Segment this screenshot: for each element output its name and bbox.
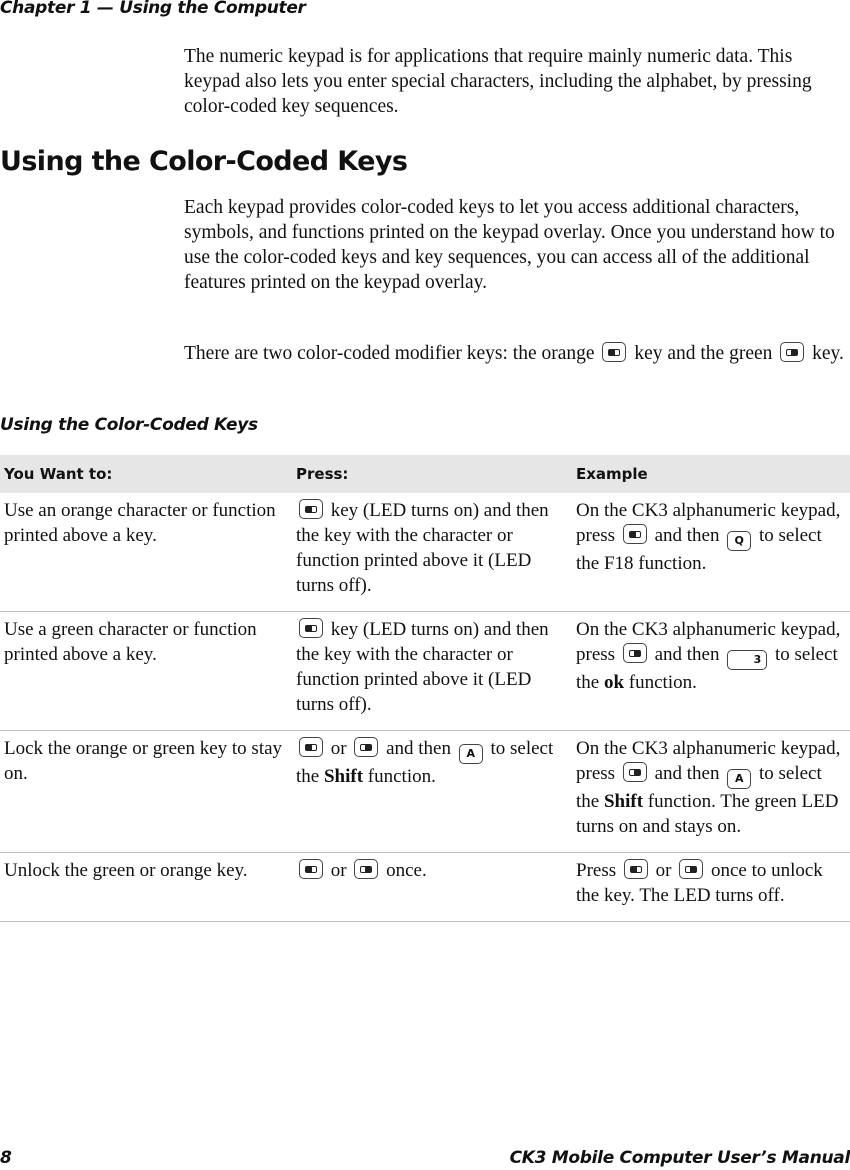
table-caption: Using the Color-Coded Keys bbox=[0, 415, 258, 435]
table-row: Lock the orange or green key to stay on.… bbox=[0, 730, 850, 853]
green-key-icon bbox=[622, 762, 647, 782]
orange-key-icon bbox=[622, 524, 647, 544]
page-number: 8 bbox=[0, 1148, 12, 1168]
table-row: Use a green character or function printe… bbox=[0, 611, 850, 731]
orange-key-icon bbox=[623, 859, 648, 879]
cell-press: key (LED turns on) and then the key with… bbox=[292, 611, 572, 731]
q-key-icon: Q bbox=[727, 531, 752, 551]
modifier-keys-paragraph: There are two color-coded modifier keys:… bbox=[184, 342, 844, 364]
orange-key-icon bbox=[299, 618, 323, 638]
a-key-icon: A bbox=[458, 744, 483, 764]
section-title: Using the Color-Coded Keys bbox=[0, 146, 408, 177]
table-row: Unlock the green or orange key. or once.… bbox=[0, 852, 850, 922]
table-row: Use an orange character or function prin… bbox=[0, 493, 850, 612]
cell-want: Use a green character or function printe… bbox=[0, 611, 292, 731]
orange-key-icon bbox=[299, 499, 323, 519]
orange-key-icon bbox=[299, 737, 323, 757]
header-press: Press: bbox=[292, 455, 572, 493]
orange-key-icon bbox=[602, 342, 627, 362]
cell-example: On the CK3 alphanumeric keypad, press an… bbox=[572, 730, 850, 853]
cell-press: or and then A to select the Shift functi… bbox=[292, 730, 572, 853]
chapter-header: Chapter 1 — Using the Computer bbox=[0, 0, 306, 18]
header-example: Example bbox=[572, 455, 850, 493]
orange-key-icon bbox=[299, 859, 323, 879]
cell-example: On the CK3 alphanumeric keypad, press an… bbox=[572, 493, 850, 612]
cell-want: Use an orange character or function prin… bbox=[0, 493, 292, 612]
intro-paragraph: The numeric keypad is for applications t… bbox=[184, 46, 812, 117]
manual-title: CK3 Mobile Computer User’s Manual bbox=[509, 1148, 850, 1168]
green-key-icon bbox=[622, 643, 647, 663]
a-key-icon: A bbox=[727, 769, 752, 789]
three-key-icon: 3 bbox=[727, 650, 768, 670]
color-keys-table: You Want to: Press: Example Use an orang… bbox=[0, 455, 850, 922]
cell-want: Lock the orange or green key to stay on. bbox=[0, 730, 292, 853]
cell-example: On the CK3 alphanumeric keypad, press an… bbox=[572, 611, 850, 731]
table-header-row: You Want to: Press: Example bbox=[0, 455, 850, 493]
green-key-icon bbox=[354, 737, 379, 757]
cell-press: or once. bbox=[292, 852, 572, 922]
green-key-icon bbox=[780, 342, 805, 362]
cell-press: key (LED turns on) and then the key with… bbox=[292, 493, 572, 612]
section-paragraph: Each keypad provides color-coded keys to… bbox=[184, 197, 835, 293]
cell-want: Unlock the green or orange key. bbox=[0, 852, 292, 922]
header-want: You Want to: bbox=[0, 455, 292, 493]
green-key-icon bbox=[679, 859, 704, 879]
cell-example: Press or once to unlock the key. The LED… bbox=[572, 852, 850, 922]
green-key-icon bbox=[354, 859, 379, 879]
